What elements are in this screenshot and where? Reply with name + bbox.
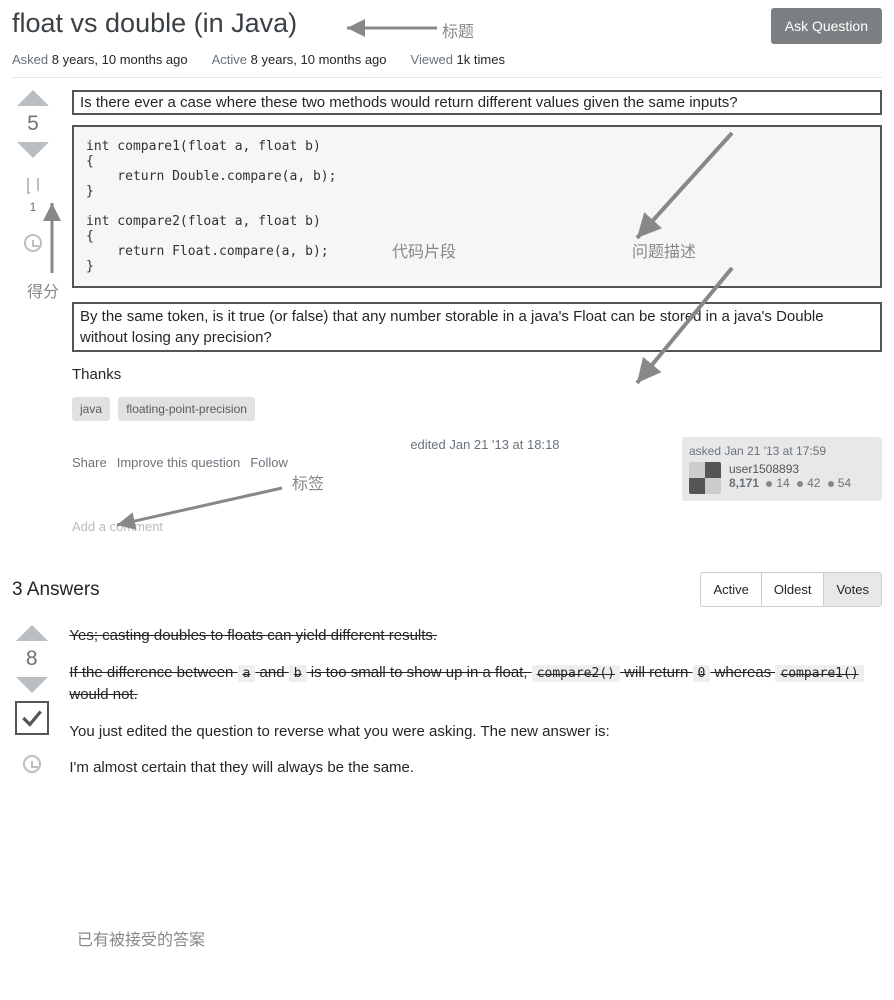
- avatar-icon: [689, 462, 721, 494]
- question-score: 5: [27, 112, 39, 136]
- tag-fpp[interactable]: floating-point-precision: [118, 397, 255, 421]
- question-title: float vs double (in Java): [12, 8, 297, 39]
- answer-body: Yes; casting doubles to floats can yield…: [69, 625, 882, 794]
- question-meta: Asked 8 years, 10 months ago Active 8 ye…: [12, 52, 882, 78]
- sort-active[interactable]: Active: [701, 573, 760, 606]
- share-link[interactable]: Share: [72, 455, 107, 470]
- bookmark-count: 1: [30, 200, 37, 214]
- answer-downvote[interactable]: [16, 677, 48, 693]
- improve-link[interactable]: Improve this question: [117, 455, 241, 470]
- answers-heading: 3 Answers: [12, 579, 100, 601]
- question-followup: By the same token, is it true (or false)…: [72, 302, 882, 352]
- sort-oldest[interactable]: Oldest: [761, 573, 824, 606]
- author-card: asked Jan 21 '13 at 17:59 user1508893 8,…: [682, 437, 882, 501]
- tags-list: java floating-point-precision: [72, 397, 882, 421]
- ask-question-button[interactable]: Ask Question: [771, 8, 882, 44]
- downvote-button[interactable]: [17, 142, 49, 158]
- annot-accepted: 已有被接受的答案: [77, 926, 205, 950]
- follow-link[interactable]: Follow: [250, 455, 288, 470]
- edited-info: edited Jan 21 '13 at 18:18: [410, 437, 559, 452]
- code-block: int compare1(float a, float b) { return …: [72, 125, 882, 288]
- question-thanks: Thanks: [72, 366, 882, 383]
- answer-score: 8: [26, 647, 38, 671]
- history-icon[interactable]: [24, 234, 42, 252]
- bookmark-icon[interactable]: [27, 178, 39, 194]
- upvote-button[interactable]: [17, 90, 49, 106]
- answer-upvote[interactable]: [16, 625, 48, 641]
- sort-tabs: Active Oldest Votes: [700, 572, 882, 607]
- answer-history-icon[interactable]: [23, 755, 41, 773]
- accepted-check-icon: [15, 701, 49, 735]
- add-comment-link[interactable]: Add a comment: [72, 519, 882, 534]
- sort-votes[interactable]: Votes: [823, 573, 881, 606]
- tag-java[interactable]: java: [72, 397, 110, 421]
- question-intro: Is there ever a case where these two met…: [72, 90, 882, 115]
